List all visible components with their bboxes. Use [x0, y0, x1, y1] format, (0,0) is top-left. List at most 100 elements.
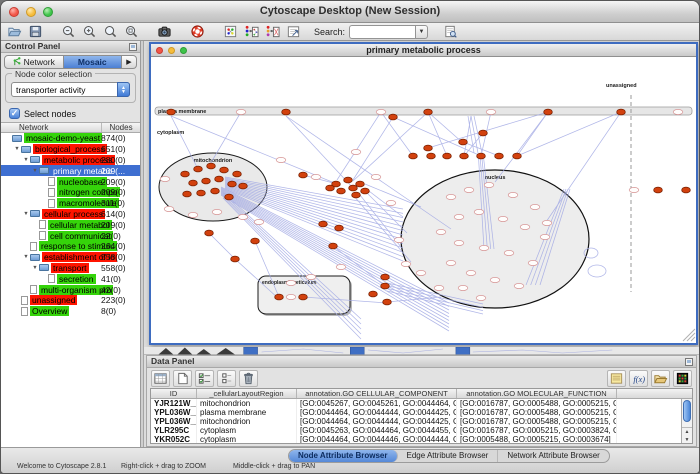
network-node[interactable]	[486, 109, 496, 114]
network-node[interactable]	[476, 295, 486, 300]
table-scrollbar[interactable]: ▲▼	[681, 399, 692, 443]
network-node[interactable]	[394, 237, 404, 242]
expander-icon[interactable]: ▼	[22, 211, 30, 217]
tree-row[interactable]: ▼metabolic process280(0)	[1, 155, 140, 166]
network-node[interactable]	[458, 285, 468, 290]
table-row[interactable]: YPL036W__1mitochondrion[GO:0044464, GO:0…	[151, 417, 692, 426]
network-node[interactable]	[654, 187, 663, 193]
network-node[interactable]	[383, 299, 392, 305]
tree-row[interactable]: ▼establishment of lo558(0)	[1, 252, 140, 263]
tree-row[interactable]: nitrogen compo209(0)	[1, 187, 140, 198]
tree-row[interactable]: ▼cellular process614(0)	[1, 209, 140, 220]
network-node[interactable]	[286, 294, 296, 299]
network-close-button[interactable]	[156, 47, 163, 54]
network-node[interactable]	[508, 192, 518, 197]
network-node[interactable]	[233, 171, 242, 177]
scrollbar-arrows[interactable]: ▲▼	[682, 427, 692, 443]
network-node[interactable]	[194, 166, 203, 172]
close-button[interactable]	[9, 7, 19, 17]
save-button[interactable]	[25, 23, 46, 40]
network-node[interactable]	[617, 109, 626, 115]
network-node[interactable]	[443, 153, 452, 159]
network-node[interactable]	[682, 187, 691, 193]
network-node[interactable]	[530, 204, 540, 209]
network-node[interactable]	[275, 294, 284, 300]
search-input[interactable]	[349, 25, 415, 39]
network-node[interactable]	[371, 174, 381, 179]
combo-stepper-icon[interactable]: ▲▼	[117, 82, 130, 97]
attribute-list-button[interactable]	[607, 370, 626, 387]
network-node[interactable]	[361, 188, 370, 194]
network-node[interactable]	[164, 206, 174, 211]
network-node[interactable]	[254, 219, 264, 224]
network-node[interactable]	[629, 187, 639, 192]
minimize-button[interactable]	[26, 7, 36, 17]
tree-row[interactable]: ▼transport558(0)	[1, 263, 140, 274]
tree-row[interactable]: multi-organism pro42(0)	[1, 284, 140, 295]
tree-row[interactable]: cellular metabol209(0)	[1, 219, 140, 230]
network-node[interactable]	[474, 209, 484, 214]
tree-row[interactable]: unassigned223(0)	[1, 295, 140, 306]
network-node[interactable]	[336, 264, 346, 269]
network-node[interactable]	[520, 224, 530, 229]
network-node[interactable]	[386, 200, 396, 205]
tree-row[interactable]: ▼biological_process651(0)	[1, 144, 140, 155]
attribute-options-button[interactable]	[217, 370, 236, 387]
create-network-button[interactable]	[220, 23, 241, 40]
resize-grip-icon[interactable]	[683, 329, 695, 341]
network-node[interactable]	[424, 145, 433, 151]
new-attribute-button[interactable]	[173, 370, 192, 387]
network-node[interactable]	[239, 183, 248, 189]
network-node[interactable]	[351, 149, 361, 154]
network-node[interactable]	[446, 260, 456, 265]
tree-column-nodes[interactable]: Nodes	[102, 123, 140, 132]
network-node[interactable]	[183, 191, 192, 197]
network-node[interactable]	[504, 250, 514, 255]
expander-icon[interactable]: ▼	[13, 146, 21, 152]
column-id[interactable]: ID	[151, 389, 197, 398]
network-node[interactable]	[401, 261, 411, 266]
network-zoom-button[interactable]	[180, 47, 187, 54]
table-row[interactable]: YKR052Ccytoplasm[GO:0044464, GO:0044446,…	[151, 435, 692, 444]
network-node[interactable]	[477, 153, 486, 159]
node-color-select[interactable]: transporter activity ▲▼	[11, 82, 130, 97]
network-node[interactable]	[276, 157, 286, 162]
tree-column-network[interactable]: Network	[1, 123, 102, 132]
network-node[interactable]	[188, 212, 198, 217]
tree-row[interactable]: response to stimulu264(0)	[1, 241, 140, 252]
network-window-titlebar[interactable]: primary metabolic process	[151, 44, 696, 57]
network-node[interactable]	[369, 291, 378, 297]
search-dropdown-arrow[interactable]: ▼	[415, 25, 428, 39]
network-node[interactable]	[337, 188, 346, 194]
network-node[interactable]	[479, 245, 489, 250]
zoom-in-button[interactable]	[79, 23, 100, 40]
table-row[interactable]: YPL036W__2plasma membrane[GO:0044464, GO…	[151, 408, 692, 417]
network-node[interactable]	[299, 172, 308, 178]
tab-network[interactable]: Network	[4, 55, 64, 69]
network-node[interactable]	[215, 176, 224, 182]
tab-node-attribute-browser[interactable]: Node Attribute Browser	[289, 450, 398, 462]
network-node[interactable]	[490, 277, 500, 282]
float-panel-icon[interactable]	[129, 43, 137, 51]
network-node[interactable]	[299, 294, 308, 300]
select-attributes-button[interactable]	[195, 370, 214, 387]
table-row[interactable]: YJR121W__1mitochondrion[GO:0045267, GO:0…	[151, 399, 692, 408]
attribute-search-button[interactable]	[440, 23, 461, 40]
scrollbar-thumb[interactable]	[683, 400, 691, 422]
network-view-window[interactable]: primary metabolic process plasma membran…	[149, 42, 698, 345]
network-node[interactable]	[238, 214, 248, 219]
zoom-button[interactable]	[43, 7, 53, 17]
network-node[interactable]	[460, 153, 469, 159]
expander-icon[interactable]: ▼	[22, 254, 30, 260]
delete-attribute-button[interactable]	[239, 370, 258, 387]
network-node[interactable]	[231, 256, 240, 262]
tree-row[interactable]: mosaic-demo-yeast874(0)	[1, 133, 140, 144]
network-node[interactable]	[479, 130, 488, 136]
edge-attribute-mapper-button[interactable]	[262, 23, 283, 40]
network-node[interactable]	[381, 274, 390, 280]
tree-row[interactable]: ▼primary metabo209(...	[1, 165, 140, 176]
network-node[interactable]	[189, 180, 198, 186]
snapshot-button[interactable]	[154, 23, 175, 40]
network-node[interactable]	[466, 270, 476, 275]
network-node[interactable]	[459, 139, 468, 145]
